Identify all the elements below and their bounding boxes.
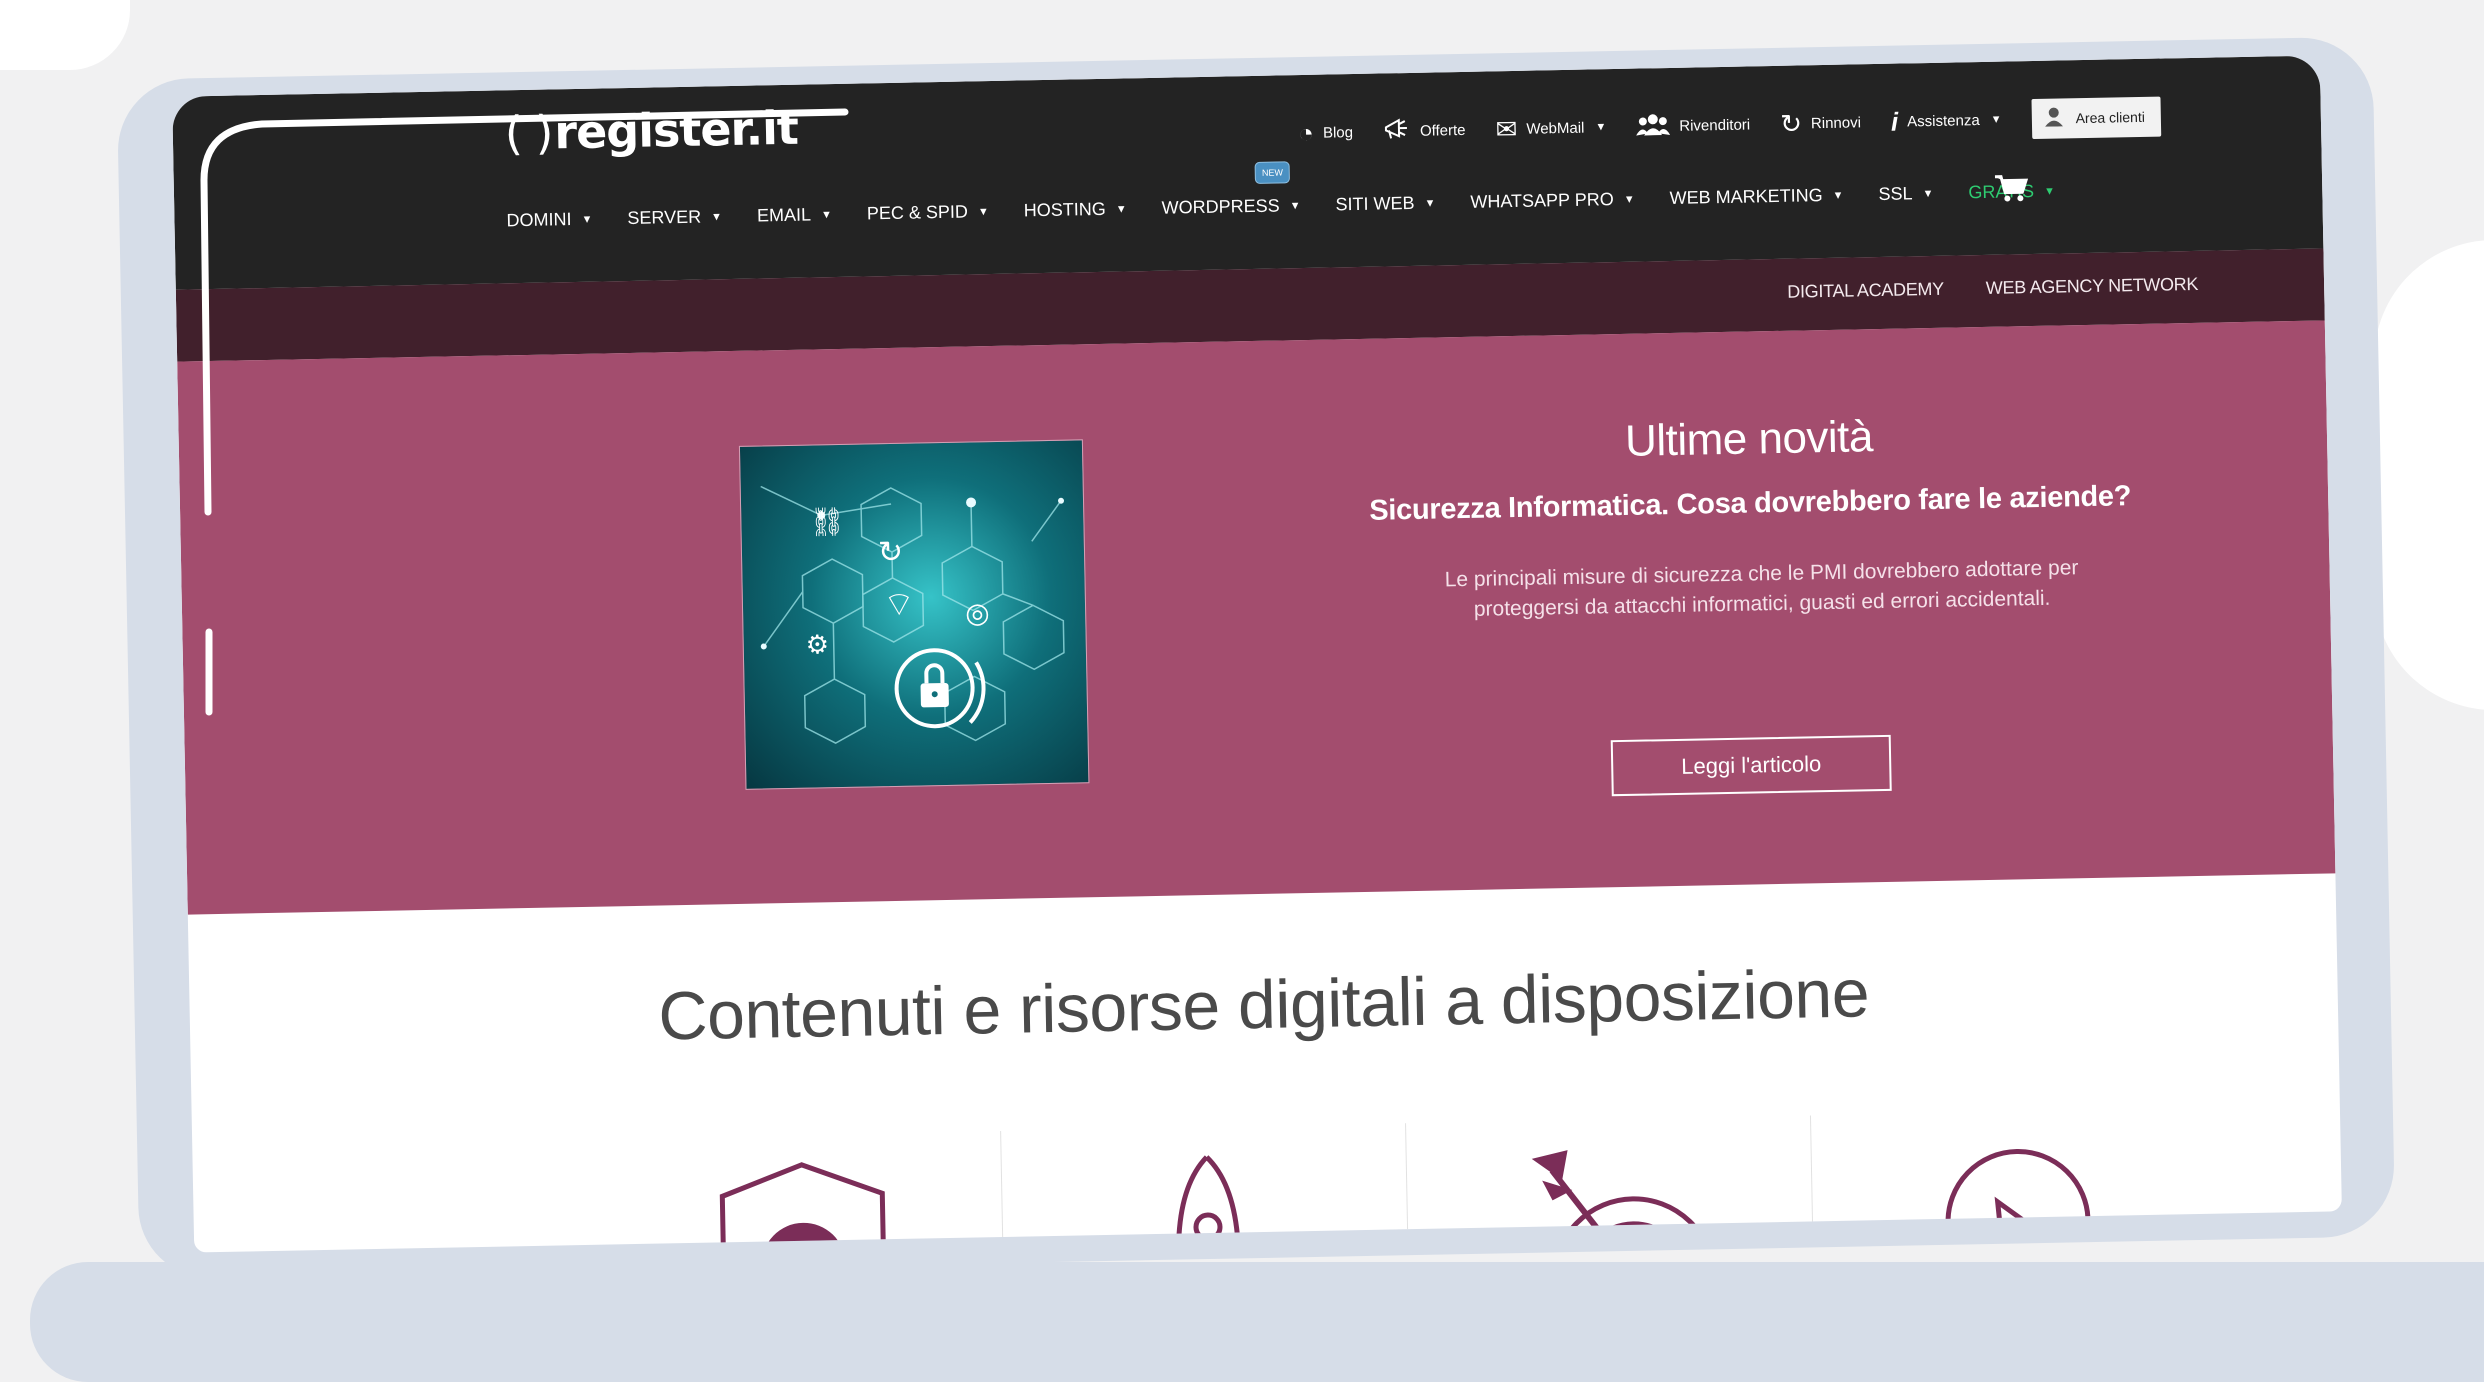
utility-webmail[interactable]: ✉ WebMail ▼ bbox=[1495, 113, 1607, 145]
background-shape-right bbox=[2374, 240, 2484, 710]
nav-whatsapp-pro[interactable]: WHATSAPP PRO ▼ bbox=[1470, 189, 1635, 213]
svg-text:↻: ↻ bbox=[878, 535, 904, 570]
user-icon bbox=[2043, 106, 2063, 130]
caret-down-icon: ▼ bbox=[1424, 196, 1436, 210]
new-badge: NEW bbox=[1254, 161, 1291, 184]
utility-label: Offerte bbox=[1419, 121, 1466, 140]
svg-text:⚙: ⚙ bbox=[805, 630, 829, 660]
utility-offerte[interactable]: Offerte bbox=[1383, 116, 1466, 146]
nav-wordpress[interactable]: NEW WORDPRESS ▼ bbox=[1161, 161, 1301, 219]
caret-down-icon: ▼ bbox=[820, 208, 833, 221]
utility-label: Rivenditori bbox=[1679, 115, 1751, 135]
logo-text: register.it bbox=[553, 100, 799, 160]
area-clienti-button[interactable]: Area clienti bbox=[2031, 96, 2162, 140]
utility-label: WebMail bbox=[1526, 119, 1585, 138]
laptop-base bbox=[30, 1262, 2484, 1382]
laptop-screen: ( )register.it ◔ Blog Offerte ✉ WebMail … bbox=[172, 55, 2342, 1253]
nav-label: HOSTING bbox=[1023, 198, 1106, 221]
main-nav: DOMINI ▼ SERVER ▼ EMAIL ▼ PEC & SPID ▼ HOSTI… bbox=[506, 161, 2056, 232]
link-digital-academy[interactable]: DIGITAL ACADEMY bbox=[1787, 279, 1944, 303]
utility-label: Blog bbox=[1322, 123, 1354, 142]
resources-title: Contenuti e risorse digitali a disposizi… bbox=[657, 955, 1870, 1055]
caret-down-icon: ▼ bbox=[2043, 185, 2056, 198]
caret-down-icon: ▼ bbox=[977, 205, 989, 218]
hero-banner: ⌔ ↻ ⛓ ◎ ⚙ Ultime novità Sicurezza Inform… bbox=[177, 320, 2336, 915]
utility-label: Rinnovi bbox=[1810, 113, 1862, 132]
caret-down-icon: ▼ bbox=[1990, 113, 2002, 126]
nav-label: WEB MARKETING bbox=[1669, 185, 1823, 208]
nav-pec-spid[interactable]: PEC & SPID ▼ bbox=[867, 201, 989, 224]
users-icon bbox=[1636, 113, 1671, 140]
area-clienti-label: Area clienti bbox=[2075, 108, 2146, 127]
nav-label: SITI WEB bbox=[1335, 192, 1415, 215]
hero-title: Ultime novità bbox=[1624, 412, 1874, 466]
resource-security[interactable] bbox=[596, 1131, 1005, 1253]
nav-label: PEC & SPID bbox=[866, 201, 969, 224]
caret-down-icon: ▼ bbox=[710, 210, 723, 223]
caret-down-icon: ▼ bbox=[1922, 187, 1934, 200]
caret-down-icon: ▼ bbox=[1115, 202, 1127, 216]
utility-assistenza[interactable]: i Assistenza ▼ bbox=[1890, 106, 2002, 137]
utility-nav: ◔ Blog Offerte ✉ WebMail ▼ Rivenditori ↻… bbox=[1297, 96, 2162, 154]
nav-hosting[interactable]: HOSTING ▼ bbox=[1024, 198, 1127, 221]
nav-label: SERVER bbox=[627, 206, 702, 229]
blog-icon: ◔ bbox=[1297, 117, 1315, 149]
caret-down-icon: ▼ bbox=[1595, 121, 1607, 134]
info-icon: i bbox=[1890, 106, 1899, 137]
megaphone-icon bbox=[1383, 117, 1412, 146]
nav-label: DOMINI bbox=[506, 209, 572, 231]
nav-web-marketing[interactable]: WEB MARKETING ▼ bbox=[1669, 185, 1843, 209]
svg-text:⛓: ⛓ bbox=[809, 505, 845, 539]
caret-down-icon: ▼ bbox=[581, 213, 593, 226]
nav-email[interactable]: EMAIL ▼ bbox=[757, 204, 832, 226]
refresh-icon: ↻ bbox=[1779, 108, 1803, 139]
read-article-button[interactable]: Leggi l'articolo bbox=[1610, 734, 1892, 797]
svg-text:◎: ◎ bbox=[965, 596, 990, 629]
link-web-agency-network[interactable]: WEB AGENCY NETWORK bbox=[1986, 274, 2199, 299]
register-logo[interactable]: ( )register.it bbox=[504, 101, 798, 161]
caret-down-icon: ▼ bbox=[1289, 199, 1301, 212]
svg-text:⌔: ⌔ bbox=[883, 585, 916, 626]
cybersecurity-illustration[interactable]: ⌔ ↻ ⛓ ◎ ⚙ bbox=[738, 439, 1090, 790]
caret-down-icon: ▼ bbox=[1623, 193, 1635, 206]
nav-label: SSL bbox=[1878, 183, 1913, 204]
nav-label: WHATSAPP PRO bbox=[1470, 189, 1614, 212]
shield-check-icon bbox=[719, 1162, 886, 1253]
utility-rivenditori[interactable]: Rivenditori bbox=[1636, 111, 1750, 139]
utility-blog[interactable]: ◔ Blog bbox=[1297, 117, 1354, 149]
hero-description: Le principali misure di sicurezza che le… bbox=[1444, 556, 2079, 621]
nav-siti-web[interactable]: SITI WEB ▼ bbox=[1335, 192, 1435, 215]
mail-icon: ✉ bbox=[1495, 113, 1518, 145]
cart-icon[interactable] bbox=[1994, 173, 2029, 212]
utility-rinnovi[interactable]: ↻ Rinnovi bbox=[1779, 108, 1862, 139]
utility-label: Assistenza bbox=[1907, 111, 1980, 130]
nav-server[interactable]: SERVER ▼ bbox=[627, 206, 722, 229]
logo-brackets: ( ) bbox=[504, 105, 553, 161]
caret-down-icon: ▼ bbox=[1832, 189, 1844, 202]
nav-domini[interactable]: DOMINI ▼ bbox=[506, 209, 592, 232]
nav-label: WORDPRESS bbox=[1161, 195, 1280, 218]
nav-ssl[interactable]: SSL ▼ bbox=[1878, 183, 1933, 205]
cyber-hexagon-graphic: ⌔ ↻ ⛓ ◎ ⚙ bbox=[760, 485, 1065, 744]
nav-label: EMAIL bbox=[756, 204, 812, 226]
hero-subtitle[interactable]: Sicurezza Informatica. Cosa dovrebbero f… bbox=[1340, 480, 2160, 529]
background-shape-left bbox=[0, 0, 130, 70]
